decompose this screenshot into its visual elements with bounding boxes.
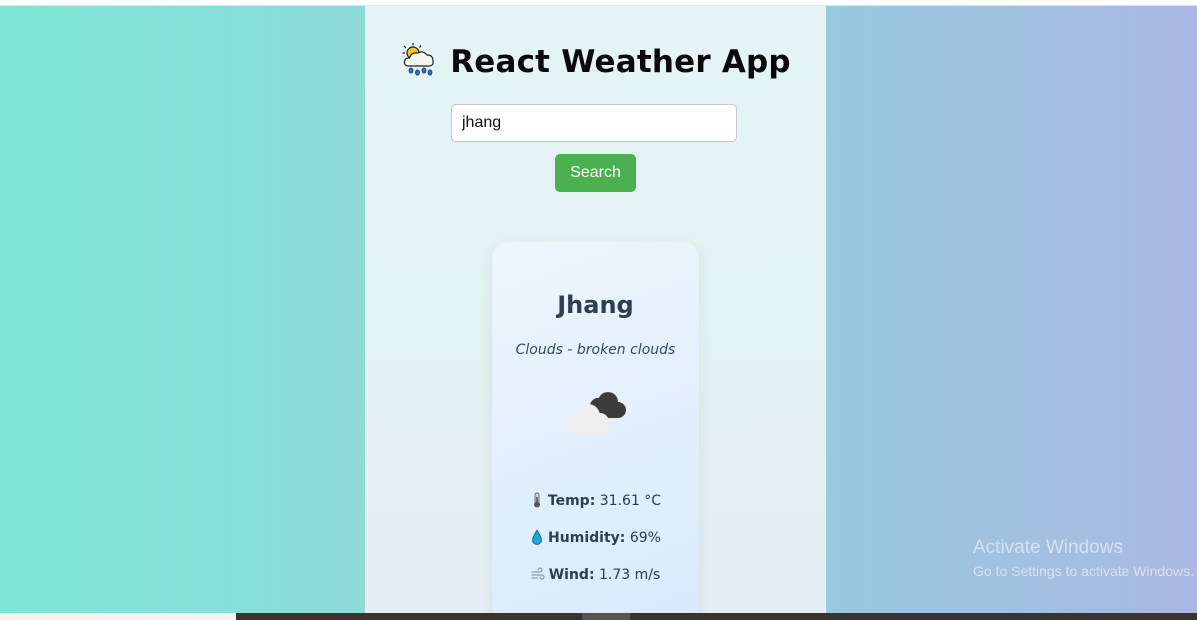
thermometer-icon <box>533 492 540 508</box>
broken-clouds-icon <box>567 392 626 434</box>
wind-value: 1.73 m/s <box>599 567 661 583</box>
watermark-title: Activate Windows <box>973 537 1123 558</box>
humidity-stat: Humidity: 69% <box>492 529 699 546</box>
weather-description: Clouds - broken clouds <box>515 342 676 358</box>
taskbar-search-area[interactable] <box>0 613 236 620</box>
search-button[interactable]: Search <box>555 154 636 192</box>
temperature-stat: Temp: 31.61 °C <box>492 492 699 509</box>
taskbar-active-app[interactable] <box>582 613 630 620</box>
humidity-value: 69% <box>629 530 661 546</box>
sun-cloud-rain-icon <box>402 43 434 76</box>
app-container: React Weather App Search Jhang Clouds - … <box>365 6 826 620</box>
humidity-label: Humidity: <box>548 530 626 546</box>
temperature-value: 31.61 °C <box>599 493 662 509</box>
watermark-subtitle: Go to Settings to activate Windows. <box>973 563 1194 579</box>
temperature-label: Temp: <box>547 493 596 509</box>
page-title: React Weather App <box>365 42 826 80</box>
wind-icon <box>531 567 545 580</box>
wind-label: Wind: <box>548 567 595 583</box>
city-search-input[interactable] <box>451 104 737 142</box>
city-name: Jhang <box>557 291 634 319</box>
page-title-text: React Weather App <box>450 44 791 80</box>
taskbar <box>0 613 1197 620</box>
water-drop-icon <box>532 529 542 545</box>
weather-card: Jhang Clouds - broken clouds Temp: 31.61… <box>492 242 699 620</box>
wind-stat: Wind: 1.73 m/s <box>492 566 699 583</box>
activate-windows-watermark: Activate Windows Go to Settings to activ… <box>973 537 1197 581</box>
